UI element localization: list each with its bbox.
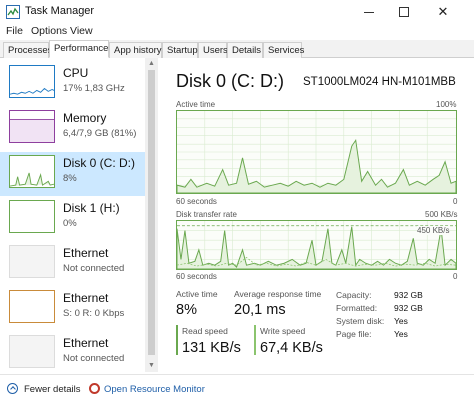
sidebar-item-label: Ethernet: [63, 291, 109, 305]
sidebar-item-label: Disk 0 (C: D:): [63, 156, 135, 170]
transfer-rate-time-label: 60 seconds: [176, 272, 217, 281]
scroll-up-icon[interactable]: ▲: [147, 59, 156, 68]
transfer-rate-max-label: 500 KB/s: [425, 210, 458, 219]
sidebar-item-cpu[interactable]: CPU 17% 1,83 GHz: [0, 62, 145, 106]
page-file-label: Page file:: [336, 329, 372, 339]
tab-startup[interactable]: Startup: [162, 42, 198, 58]
maximize-button[interactable]: [389, 0, 419, 24]
footer-bar: Fewer details Open Resource Monitor: [0, 374, 474, 408]
tab-performance[interactable]: Performance: [49, 40, 109, 58]
disk-title: Disk 0 (C: D:): [176, 71, 284, 91]
minimize-icon: [364, 11, 374, 13]
response-time-label: Average response time: [234, 289, 322, 299]
read-speed-bar: [176, 325, 178, 355]
formatted-value: 932 GB: [394, 303, 423, 313]
tab-processes[interactable]: Processes: [3, 42, 52, 58]
transfer-rate-min-label: 0: [453, 272, 458, 281]
sidebar-item-detail: 0%: [63, 218, 77, 229]
system-disk-label: System disk:: [336, 316, 385, 326]
minimize-button[interactable]: [354, 0, 384, 24]
sidebar-scrollbar[interactable]: ▲ ▼: [145, 58, 158, 372]
active-time-min-label: 0: [453, 197, 458, 206]
sidebar-item-disk-1[interactable]: Disk 1 (H:) 0%: [0, 197, 145, 241]
tab-app-history[interactable]: App history: [109, 42, 162, 58]
memory-thumbnail-graph: [9, 110, 55, 143]
active-time-graph-label: Active time: [176, 100, 216, 109]
menu-file[interactable]: File: [6, 25, 23, 37]
disk-model: ST1000LM024 HN-M101MBB: [303, 76, 456, 88]
system-disk-value: Yes: [394, 316, 408, 326]
transfer-rate-graph-label: Disk transfer rate: [176, 210, 237, 219]
write-speed-label: Write speed: [260, 326, 306, 336]
sidebar-item-memory[interactable]: Memory 6,4/7,9 GB (81%): [0, 107, 145, 151]
performance-sidebar: CPU 17% 1,83 GHz Memory 6,4/7,9 GB (81%)…: [0, 58, 145, 372]
sidebar-item-disk-0[interactable]: Disk 0 (C: D:) 8%: [0, 152, 145, 196]
active-time-time-label: 60 seconds: [176, 197, 217, 206]
response-time-value: 20,1 ms: [234, 302, 286, 318]
sidebar-item-label: Memory: [63, 111, 107, 125]
close-icon: ✕: [437, 4, 449, 19]
menu-options[interactable]: Options: [31, 25, 67, 37]
tab-details[interactable]: Details: [227, 42, 263, 58]
chevron-up-icon[interactable]: [7, 383, 18, 394]
active-time-label: Active time: [176, 289, 218, 299]
formatted-label: Formatted:: [336, 303, 378, 313]
active-time-graph: [176, 110, 457, 194]
task-manager-icon: [6, 5, 20, 19]
window-title: Task Manager: [25, 5, 95, 17]
resource-monitor-icon[interactable]: [89, 383, 100, 394]
write-speed-bar: [254, 325, 256, 355]
sidebar-item-ethernet-1[interactable]: Ethernet Not connected: [0, 242, 145, 286]
tab-users[interactable]: Users: [198, 42, 228, 58]
title-bar: Task Manager ✕: [0, 0, 474, 24]
disk-1-thumbnail-graph: [9, 200, 55, 233]
sidebar-item-detail: Not connected: [63, 353, 125, 364]
maximize-icon: [399, 7, 409, 17]
menu-view[interactable]: View: [70, 25, 93, 37]
active-time-max-label: 100%: [436, 100, 457, 109]
write-speed-value: 67,4 KB/s: [260, 340, 323, 356]
fewer-details-link[interactable]: Fewer details: [24, 384, 81, 395]
sidebar-item-ethernet-3[interactable]: Ethernet Not connected: [0, 332, 145, 372]
page-file-value: Yes: [394, 329, 408, 339]
close-button[interactable]: ✕: [428, 0, 458, 24]
ethernet-thumbnail-graph: [9, 245, 55, 278]
read-speed-value: 131 KB/s: [182, 340, 241, 356]
scroll-thumb[interactable]: [148, 70, 155, 355]
ethernet-thumbnail-graph: [9, 335, 55, 368]
menu-bar: File Options View: [0, 24, 474, 40]
capacity-value: 932 GB: [394, 290, 423, 300]
sidebar-item-detail: Not connected: [63, 263, 125, 274]
sidebar-item-label: CPU: [63, 66, 89, 80]
sidebar-item-detail: 6,4/7,9 GB (81%): [63, 128, 137, 139]
sidebar-item-detail: 8%: [63, 173, 77, 184]
sidebar-item-label: Ethernet: [63, 336, 109, 350]
sidebar-item-detail: 17% 1,83 GHz: [63, 83, 125, 94]
active-time-value: 8%: [176, 302, 197, 318]
disk-detail-panel: Disk 0 (C: D:) ST1000LM024 HN-M101MBB Ac…: [160, 58, 474, 372]
sidebar-item-label: Ethernet: [63, 246, 109, 260]
sidebar-item-ethernet-2[interactable]: Ethernet S: 0 R: 0 Kbps: [0, 287, 145, 331]
open-resource-monitor-link[interactable]: Open Resource Monitor: [104, 384, 205, 395]
capacity-label: Capacity:: [336, 290, 372, 300]
disk-0-thumbnail-graph: [9, 155, 55, 188]
tab-strip: Processes Performance App history Startu…: [0, 40, 474, 58]
read-speed-label: Read speed: [182, 326, 228, 336]
transfer-rate-graph: [176, 220, 457, 270]
ethernet-thumbnail-graph: [9, 290, 55, 323]
tab-services[interactable]: Services: [263, 42, 304, 58]
transfer-rate-inner-label: 450 KB/s: [417, 226, 450, 235]
scroll-down-icon[interactable]: ▼: [147, 361, 156, 370]
cpu-thumbnail-graph: [9, 65, 55, 98]
sidebar-item-label: Disk 1 (H:): [63, 201, 120, 215]
sidebar-item-detail: S: 0 R: 0 Kbps: [63, 308, 125, 319]
